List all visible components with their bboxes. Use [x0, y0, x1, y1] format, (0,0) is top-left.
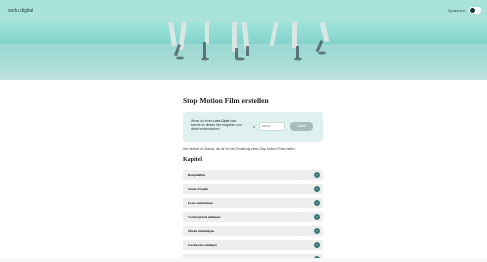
learn-code-input[interactable]	[259, 122, 285, 131]
chapter-label: Neues Projekt	[188, 187, 209, 191]
play-circle-icon[interactable]: ›	[314, 214, 320, 220]
chapter-item[interactable]: Fotos aufnehmen ›	[183, 198, 323, 208]
chapter-item[interactable]: Vordergrund einfügen ›	[183, 212, 323, 222]
chapter-item[interactable]: Beispielfilm ›	[183, 170, 323, 180]
chapter-label: Musik hinzufügen	[188, 229, 215, 233]
play-circle-icon[interactable]: ›	[314, 228, 320, 234]
play-circle-icon[interactable]: ›	[314, 186, 320, 192]
chapter-label: Geräusche einfügen	[188, 243, 217, 247]
top-bar: sedu.digital Sprachen	[0, 0, 487, 22]
page-footer-strip	[0, 258, 487, 262]
main-content: Stop Motion Film erstellen Wenn du einen…	[183, 96, 323, 262]
intro-text: Hier findest du Videos, die dir bei der …	[183, 147, 296, 151]
learn-code-description: Wenn du einen Lern-Code hast, kannst du …	[191, 119, 246, 132]
load-button[interactable]: Laden	[290, 122, 313, 131]
page-title: Stop Motion Film erstellen	[183, 96, 269, 105]
chapter-item[interactable]: Neues Projekt ›	[183, 184, 323, 194]
chapters-heading: Kapitel	[183, 157, 202, 163]
chapter-item[interactable]: Musik hinzufügen ›	[183, 226, 323, 236]
site-logo[interactable]: sedu.digital	[8, 8, 33, 14]
chapter-item[interactable]: Geräusche einfügen ›	[183, 240, 323, 250]
play-circle-icon[interactable]: ›	[314, 242, 320, 248]
chapter-label: Beispielfilm	[188, 173, 206, 177]
chapter-label: Fotos aufnehmen	[188, 201, 213, 205]
learn-code-box: Wenn du einen Lern-Code hast, kannst du …	[183, 112, 323, 142]
code-prefix: #	[253, 125, 255, 129]
language-toggle[interactable]	[469, 7, 481, 14]
hero-image	[0, 22, 487, 80]
play-circle-icon[interactable]: ›	[314, 172, 320, 178]
hero-dancers-illustration	[0, 22, 487, 80]
language-label: Sprachen	[447, 8, 465, 13]
chapter-list: Beispielfilm › Neues Projekt › Fotos aufnehm…	[183, 170, 323, 262]
play-circle-icon[interactable]: ›	[314, 200, 320, 206]
chapter-label: Vordergrund einfügen	[188, 215, 221, 219]
